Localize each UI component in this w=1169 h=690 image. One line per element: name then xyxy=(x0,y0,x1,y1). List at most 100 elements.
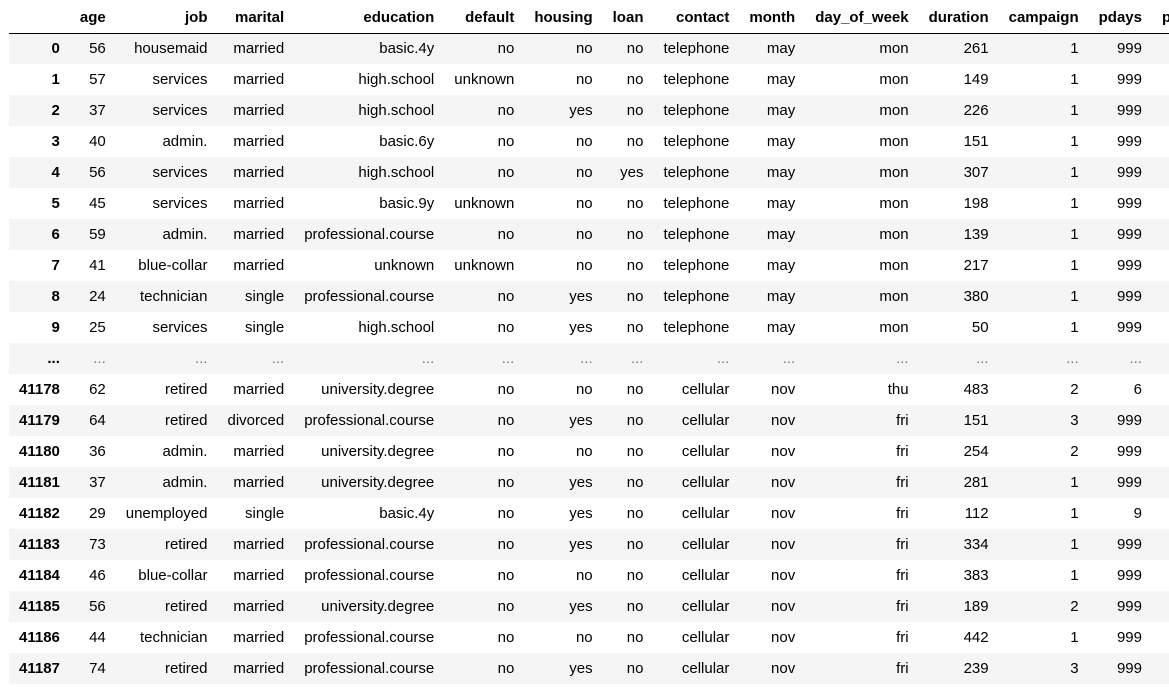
cell-campaign: 1 xyxy=(1070,71,1079,88)
cell-loan: no xyxy=(626,598,644,615)
cell-month: nov xyxy=(771,443,796,460)
cell-age: 37 xyxy=(89,474,106,491)
column-header-label: education xyxy=(363,8,435,26)
cell-marital: married xyxy=(233,536,285,553)
cell-age: 44 xyxy=(89,629,106,646)
cell-job: retired xyxy=(164,412,208,429)
column-header-duration: duration xyxy=(918,0,999,34)
cell-job: services xyxy=(152,195,208,212)
ellipsis-row: ........................................… xyxy=(9,343,1169,374)
column-header-label: loan xyxy=(612,8,644,26)
cell-job: admin. xyxy=(162,474,208,491)
cell-age: 45 xyxy=(89,195,106,212)
cell-housing: yes xyxy=(569,319,593,336)
cell-job: admin. xyxy=(162,133,208,150)
cell-duration: 281 xyxy=(963,474,989,491)
cell-housing: yes xyxy=(569,288,593,305)
cell-duration: 139 xyxy=(963,226,989,243)
cell-job: services xyxy=(152,71,208,88)
cell-job: housemaid xyxy=(134,40,208,58)
cell-job: services xyxy=(152,164,208,181)
cell-contact: cellular xyxy=(681,505,730,522)
cell-loan: no xyxy=(626,288,644,305)
cell-campaign: 1 xyxy=(1070,164,1079,181)
cell-job: services xyxy=(152,319,208,336)
row-index: 41182 xyxy=(19,505,60,522)
cell-contact: cellular xyxy=(681,567,730,584)
cell-contact: telephone xyxy=(663,40,730,58)
column-header-label: marital xyxy=(234,8,285,26)
cell-marital: single xyxy=(244,319,285,336)
cell-contact: telephone xyxy=(663,226,730,243)
cell-age: 62 xyxy=(89,381,106,398)
cell-housing: no xyxy=(575,40,593,58)
cell-campaign: 2 xyxy=(1070,381,1079,398)
cell-housing: yes xyxy=(569,412,593,429)
column-header-label: age xyxy=(79,8,106,26)
cell-job: technician xyxy=(139,629,208,646)
cell-campaign: 2 xyxy=(1070,598,1079,615)
column-header-pdays: pdays xyxy=(1088,0,1152,34)
cell-education: high.school xyxy=(358,102,435,119)
table-row: 41180 36 admin. married university.degree no n… xyxy=(9,436,1169,467)
cell-job: blue-collar xyxy=(138,567,208,584)
cell-age: 74 xyxy=(89,660,106,677)
row-index: 2 xyxy=(51,102,60,119)
cell-age: 36 xyxy=(89,443,106,460)
cell-duration: 189 xyxy=(963,598,989,615)
cell-age: 24 xyxy=(89,288,106,305)
cell-previous: 3 xyxy=(1152,374,1169,405)
table-row: 2 37 services married high.school no yes no tele… xyxy=(9,95,1169,126)
cell-previous: 1 xyxy=(1152,498,1169,529)
cell-month: nov xyxy=(771,567,796,584)
cell-age: 25 xyxy=(89,319,106,336)
cell-previous: 0 xyxy=(1152,405,1169,436)
cell-campaign: 1 xyxy=(1070,474,1079,491)
cell-marital: married xyxy=(233,164,285,181)
row-index: 41178 xyxy=(19,381,60,398)
cell-campaign: 3 xyxy=(1070,660,1079,677)
cell-default: unknown xyxy=(454,257,515,274)
column-header-label: day_of_week xyxy=(815,8,909,26)
cell-marital: married xyxy=(233,195,285,212)
column-header-age: age xyxy=(69,0,116,34)
cell-contact: telephone xyxy=(663,195,730,212)
row-index: 41185 xyxy=(19,598,60,615)
cell-default: no xyxy=(497,443,515,460)
cell-duration: 307 xyxy=(963,164,989,181)
cell-loan: no xyxy=(626,226,644,243)
row-index: 41187 xyxy=(19,660,60,677)
cell-housing: no xyxy=(575,381,593,398)
cell-day-of-week: mon xyxy=(879,133,909,150)
cell-pdays: 999 xyxy=(1116,474,1142,491)
cell-previous: 0 xyxy=(1152,250,1169,281)
cell-campaign: 1 xyxy=(1070,102,1079,119)
cell-housing: yes xyxy=(569,536,593,553)
cell-campaign: 1 xyxy=(1070,40,1079,58)
row-index: 41179 xyxy=(19,412,60,429)
cell-month: nov xyxy=(771,474,796,491)
cell-pdays: 999 xyxy=(1116,536,1142,553)
cell-age: ... xyxy=(93,350,106,367)
cell-day-of-week: fri xyxy=(896,505,909,522)
cell-age: 29 xyxy=(89,505,106,522)
cell-marital: married xyxy=(233,443,285,460)
cell-contact: cellular xyxy=(681,660,730,677)
cell-month: may xyxy=(766,40,796,58)
cell-housing: yes xyxy=(569,102,593,119)
cell-loan: no xyxy=(626,536,644,553)
cell-month: may xyxy=(766,164,796,181)
column-header-label: month xyxy=(749,8,796,26)
cell-marital: married xyxy=(233,598,285,615)
cell-duration: 149 xyxy=(963,71,989,88)
cell-previous: 0 xyxy=(1152,95,1169,126)
cell-pdays: 9 xyxy=(1133,505,1142,522)
cell-pdays: 999 xyxy=(1116,288,1142,305)
cell-default: unknown xyxy=(454,195,515,212)
cell-pdays: 999 xyxy=(1116,257,1142,274)
cell-previous: 0 xyxy=(1152,281,1169,312)
row-index: 1 xyxy=(51,71,60,88)
cell-age: 56 xyxy=(89,164,106,181)
cell-pdays: 999 xyxy=(1116,660,1142,677)
index-header xyxy=(9,0,70,34)
